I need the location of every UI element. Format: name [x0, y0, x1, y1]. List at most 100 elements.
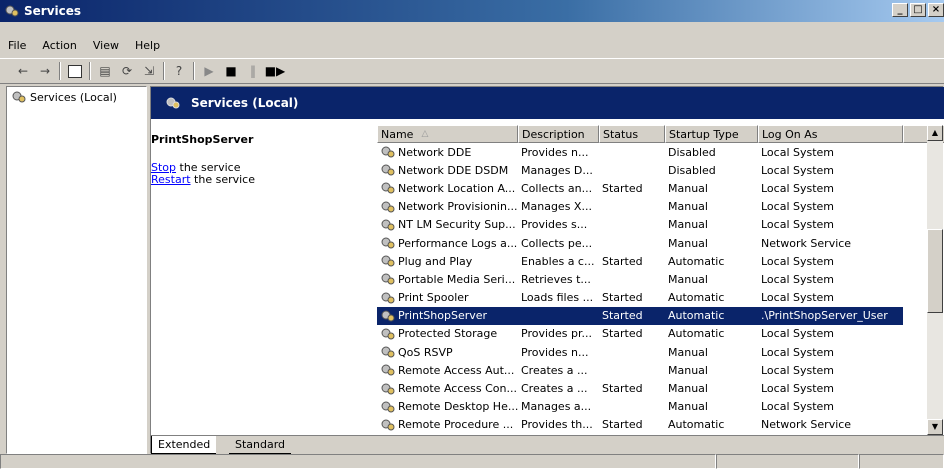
tab-standard[interactable]: Standard	[229, 436, 292, 454]
row-content: Remote Desktop He... Manages a... Manual Lo…	[377, 398, 903, 416]
table-row[interactable]: Remote Access Aut... Creates a ... Manual L…	[377, 361, 944, 379]
cell-status: Started	[602, 327, 643, 341]
cell-name: Plug and Play	[377, 254, 518, 268]
cell-name: Remote Access Con...	[377, 382, 518, 396]
row-content: Print Spooler Loads files ... Started Autom…	[377, 289, 903, 307]
tree-item-services-local[interactable]: Services (Local)	[7, 87, 146, 107]
column-header-log-on-as[interactable]: Log On As	[758, 125, 903, 143]
start-service-icon[interactable]: ▶	[198, 61, 220, 81]
cell-name: NT LM Security Sup...	[377, 218, 518, 232]
cell-description: Collects pe...	[521, 236, 593, 250]
table-row[interactable]: Remote Access Con... Creates a ... Started…	[377, 379, 944, 397]
service-name: NT LM Security Sup...	[398, 218, 516, 232]
service-name: Remote Access Aut...	[398, 363, 515, 377]
list-body: Network DDE Provides n... Disabled Local Sy…	[377, 143, 944, 434]
forward-arrow-icon[interactable]: →	[34, 61, 56, 81]
refresh-icon[interactable]: ⟳	[116, 61, 138, 81]
table-row[interactable]: PrintShopServer Started Automatic .\PrintSh…	[377, 306, 944, 325]
menu-file[interactable]: File	[0, 39, 34, 52]
service-gear-icon	[380, 291, 396, 305]
cell-status: Started	[602, 291, 643, 305]
services-list: Name △ Description Status Startup Type Lo…	[377, 125, 944, 435]
row-content: Network Provisionin... Manages X... Manual…	[377, 198, 903, 216]
column-header-name[interactable]: Name △	[377, 125, 518, 143]
table-row[interactable]: Network DDE DSDM Manages D... Disabled Loca…	[377, 161, 944, 179]
cell-name: Protected Storage	[377, 327, 518, 341]
table-row[interactable]: Network DDE Provides n... Disabled Local Sy…	[377, 143, 944, 161]
menu-action[interactable]: Action	[34, 39, 84, 52]
row-content: Remote Access Con... Creates a ... Started…	[377, 379, 903, 397]
cell-log-on-as: .\PrintShopServer_User	[761, 309, 888, 323]
maximize-button[interactable]: □	[910, 3, 926, 17]
vertical-scrollbar[interactable]: ▲ ▼	[927, 125, 943, 435]
cell-description: Loads files ...	[521, 291, 594, 305]
service-name: Portable Media Seri...	[398, 272, 516, 286]
service-gear-icon	[380, 200, 396, 214]
table-row[interactable]: Remote Desktop He... Manages a... Manual Lo…	[377, 398, 944, 416]
export-list-icon[interactable]: ⇲	[138, 61, 160, 81]
cell-startup-type: Disabled	[668, 145, 716, 159]
help-icon[interactable]: ?	[168, 61, 190, 81]
show-hide-tree-icon[interactable]	[64, 61, 86, 81]
table-row[interactable]: NT LM Security Sup... Provides s... Manual…	[377, 216, 944, 234]
menu-help[interactable]: Help	[127, 39, 168, 52]
cell-status: Started	[602, 254, 643, 268]
details-pane: Services (Local) PrintShopServer Stop th…	[150, 86, 944, 455]
restart-service-icon[interactable]: ■▶	[264, 61, 286, 81]
service-name: Remote Desktop He...	[398, 400, 518, 414]
cell-name: Performance Logs a...	[377, 236, 518, 250]
service-gear-icon	[380, 400, 396, 414]
service-gear-icon	[380, 382, 396, 396]
cell-description: Manages D...	[521, 163, 593, 177]
row-content: NT LM Security Sup... Provides s... Manual…	[377, 216, 903, 234]
table-row[interactable]: Print Spooler Loads files ... Started Autom…	[377, 289, 944, 307]
table-row[interactable]: QoS RSVP Provides n... Manual Local System	[377, 343, 944, 361]
stop-service-icon[interactable]: ■	[220, 61, 242, 81]
table-row[interactable]: Network Location A... Collects an... Start…	[377, 179, 944, 197]
service-name: Remote Procedure ...	[398, 418, 514, 432]
cell-startup-type: Manual	[668, 181, 708, 195]
cell-log-on-as: Local System	[761, 163, 835, 177]
service-description-panel: PrintShopServer Stop the service Restart…	[151, 119, 369, 435]
services-gear-icon	[11, 90, 27, 104]
cell-name: Remote Access Aut...	[377, 363, 518, 377]
scroll-down-icon[interactable]: ▼	[927, 419, 943, 435]
row-content: Remote Procedure ... Provides th... Starte…	[377, 416, 903, 434]
pause-service-icon[interactable]: ‖	[242, 61, 264, 81]
service-gear-icon	[380, 181, 396, 195]
back-arrow-icon[interactable]: ←	[12, 61, 34, 81]
cell-startup-type: Manual	[668, 200, 708, 214]
column-header-status[interactable]: Status	[599, 125, 665, 143]
menu-view[interactable]: View	[85, 39, 127, 52]
cell-log-on-as: Local System	[761, 382, 835, 396]
table-row[interactable]: Network Provisionin... Manages X... Manual…	[377, 198, 944, 216]
cell-startup-type: Automatic	[668, 327, 725, 341]
pane-banner: Services (Local)	[151, 87, 944, 119]
scroll-up-icon[interactable]: ▲	[927, 125, 943, 141]
table-row[interactable]: Remote Procedure ... Provides th... Starte…	[377, 416, 944, 434]
close-button[interactable]: ×	[928, 3, 944, 17]
cell-name: Remote Desktop He...	[377, 400, 518, 414]
minimize-button[interactable]: _	[892, 3, 908, 17]
toolbar-separator	[193, 62, 195, 80]
table-row[interactable]: Portable Media Seri... Retrieves t... Manu…	[377, 270, 944, 288]
list-header: Name △ Description Status Startup Type Lo…	[377, 125, 944, 143]
title-bar: Services _ □ ×	[0, 0, 944, 22]
cell-startup-type: Automatic	[668, 418, 725, 432]
column-header-startup-type[interactable]: Startup Type	[665, 125, 758, 143]
cell-log-on-as: Local System	[761, 218, 835, 232]
cell-description: Provides th...	[521, 418, 593, 432]
cell-log-on-as: Local System	[761, 200, 835, 214]
restart-service-link[interactable]: Restart	[151, 173, 191, 186]
cell-startup-type: Automatic	[668, 254, 725, 268]
properties-icon[interactable]: ▤	[94, 61, 116, 81]
service-gear-icon	[380, 236, 396, 250]
scroll-thumb[interactable]	[927, 229, 943, 313]
table-row[interactable]: Plug and Play Enables a c... Started Automa…	[377, 252, 944, 270]
column-header-description[interactable]: Description	[518, 125, 599, 143]
cell-name: Network Location A...	[377, 181, 518, 195]
cell-description: Manages X...	[521, 200, 592, 214]
table-row[interactable]: Protected Storage Provides pr... Started Au…	[377, 325, 944, 343]
tab-extended[interactable]: Extended	[151, 436, 217, 454]
table-row[interactable]: Performance Logs a... Collects pe... Manua…	[377, 234, 944, 252]
